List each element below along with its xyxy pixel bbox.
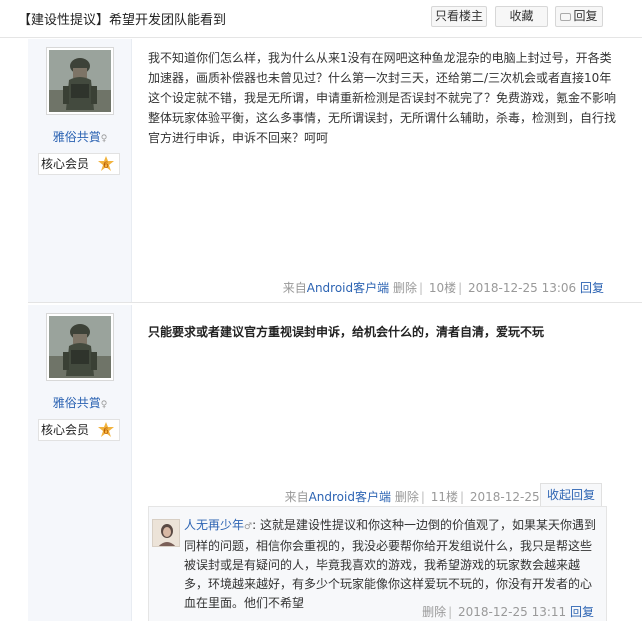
post-floor-11: 雅俗共賞♀ 核心会员 6 只能要求或者建议官方重视误封申诉，给机会什么的，清者自… [28,305,642,621]
post-body: 我不知道你们怎么样，我为什么从来1没有在网吧这种鱼龙混杂的电脑上封过号，开各类加… [132,39,642,302]
author-panel: 雅俗共賞♀ 核心会员 6 [28,39,132,302]
author-avatar[interactable] [46,47,114,115]
author-avatar[interactable] [46,313,114,381]
sub-reply-avatar[interactable] [152,519,180,547]
floor-number: 11楼 [430,490,458,504]
post-time: 2018-12-25 13:06 [468,281,577,295]
level-number: 6 [103,427,109,437]
rank-label: 核心会员 [41,157,90,171]
level-badge-icon: 6 [98,156,114,171]
post-meta: 来自Android客户端 删除 | 10楼 | 2018-12-25 13:06 回… [283,279,604,296]
author-name-text[interactable]: 雅俗共賞 [53,130,101,144]
post-content: 我不知道你们怎么样，我为什么从来1没有在网吧这种鱼龙混杂的电脑上封过号，开各类加… [148,51,617,145]
delete-link[interactable]: 删除 [393,281,417,295]
soldier-avatar-image [49,316,111,378]
sub-reply-link[interactable]: 回复 [570,605,594,619]
collapse-replies-button[interactable]: 收起回复 [540,483,602,506]
delete-link[interactable]: 删除 [395,490,419,504]
gender-icon: ♀ [100,400,108,410]
meta-separator: | [459,490,465,504]
member-rank: 核心会员 6 [38,153,120,175]
reply-thread-button[interactable]: 回复 [555,6,603,27]
sub-delete-link[interactable]: 删除 [422,605,446,619]
post-floor-10: 雅俗共賞♀ 核心会员 6 我不知道你们怎么样，我为什么从来1没有在网吧这种鱼龙混… [28,39,642,302]
sub-reply-author[interactable]: 人无再少年 [184,518,244,532]
reply-icon [560,12,572,21]
post-body: 只能要求或者建议官方重视误封申诉，给机会什么的，清者自清，爱玩不玩 来自Andr… [132,305,642,621]
sub-reply: 人无再少年♂: 这就是建设性提议和你这种一边倒的价值观了，如果某天你遇到同样的问… [148,506,607,621]
rank-label: 核心会员 [41,423,90,437]
sub-reply-meta: 删除 | 2018-12-25 13:11 回复 [422,603,594,620]
source-link[interactable]: Android客户端 [307,281,389,295]
member-rank: 核心会员 6 [38,419,120,441]
gender-icon: ♀ [100,134,108,144]
thread-header: 【建设性提议】希望开发团队能看到 只看楼主 收藏 回复 [0,0,642,38]
only-op-button[interactable]: 只看楼主 [431,6,487,27]
favorite-button[interactable]: 收藏 [495,6,548,27]
person-avatar-image [153,520,179,546]
sub-reply-time: 2018-12-25 13:11 [458,605,567,619]
source-prefix: 来自 [282,281,307,295]
post-content: 只能要求或者建议官方重视误封申诉，给机会什么的，清者自清，爱玩不玩 [148,325,545,339]
gender-icon: ♂ [244,522,253,532]
author-panel: 雅俗共賞♀ 核心会员 6 [28,305,132,621]
level-number: 6 [103,161,109,171]
reply-link[interactable]: 回复 [580,281,604,295]
floor-number: 10楼 [428,281,457,295]
soldier-avatar-image [49,50,111,112]
thread-title: 【建设性提议】希望开发团队能看到 [18,13,227,28]
source-link[interactable]: Android客户端 [309,490,391,504]
source-prefix: 来自 [284,490,309,504]
meta-separator: | [458,281,463,295]
post-meta: 来自Android客户端 删除 | 11楼 | 2018-12-25 13:08 [285,488,578,505]
author-name-text[interactable]: 雅俗共賞 [53,396,101,410]
meta-separator: | [418,281,424,295]
author-name[interactable]: 雅俗共賞♀ [28,394,132,411]
meta-separator: | [448,605,453,619]
meta-separator: | [420,490,425,504]
sub-reply-text: 人无再少年♂: 这就是建设性提议和你这种一边倒的价值观了，如果某天你遇到同样的问… [184,518,596,610]
level-badge-icon: 6 [98,422,114,437]
reply-thread-label: 回复 [573,9,598,23]
author-name[interactable]: 雅俗共賞♀ [28,128,132,145]
